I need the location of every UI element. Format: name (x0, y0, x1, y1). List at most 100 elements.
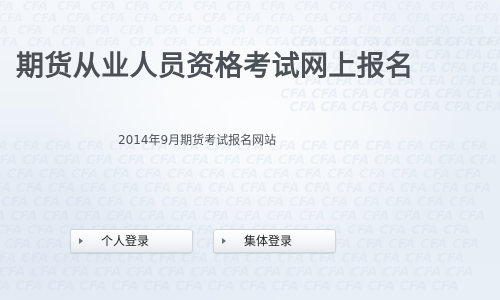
pattern-text: CFA (235, 11, 263, 25)
pattern-text: CFA (95, 195, 126, 210)
pattern-text: CFA (0, 181, 13, 196)
pattern-text: CFA (412, 265, 443, 280)
pattern-text: CFA (89, 0, 117, 13)
pattern-text: CFA (104, 209, 135, 224)
pattern-text: CFA (334, 181, 365, 196)
pattern-text: CFA (244, 153, 275, 168)
background-pattern: CFA CFA CFA CFA CFA CFA CFA CFA CFA CFA CFA CFA CFA C… (0, 0, 500, 294)
pattern-text: CFA (298, 35, 326, 49)
pattern-text: CFA (128, 35, 156, 49)
pattern-text: CFA (65, 11, 93, 25)
pattern-text: CFA (459, 139, 490, 154)
pattern-text: CFA (366, 181, 397, 196)
pattern-text: CFA (123, 0, 151, 13)
pattern-text: CFA (423, 48, 454, 63)
pattern-text: CFA (14, 279, 45, 294)
pattern-text: CFA (398, 181, 429, 196)
pattern-text: CFA (99, 11, 127, 25)
pattern-text: CFA (180, 153, 211, 168)
pattern-text: CFA (46, 279, 77, 294)
pattern-text: CFA (327, 0, 355, 13)
pattern-text: CFA (350, 100, 381, 115)
pattern-text: CFA (46, 181, 77, 196)
pattern-text: CFA (0, 237, 1, 252)
pattern-text: CFA (371, 87, 402, 102)
pattern-text: CFA (413, 35, 444, 50)
pattern-text: CFA (179, 251, 210, 266)
pattern-text: CFA (0, 209, 7, 224)
pattern-text: CFA (276, 153, 307, 168)
pattern-text: CFA (174, 279, 205, 294)
pattern-text: CFA (230, 35, 258, 49)
pattern-text: CFA (147, 251, 178, 266)
pattern-text: CFA (404, 153, 435, 168)
pattern-text: CFA (200, 209, 231, 224)
pattern-text: CFA (0, 35, 20, 49)
pattern-text: CFA (412, 100, 443, 115)
page-subtitle: 2014年9月期货考试报名网站 (118, 133, 277, 147)
pattern-text: CFA (289, 35, 320, 50)
pattern-text: CFA (448, 74, 479, 89)
pattern-text: CFA (243, 251, 274, 266)
pattern-text: CFA (328, 209, 359, 224)
background-glow (0, 0, 500, 300)
pattern-text: CFA (474, 100, 500, 115)
pattern-text: CFA (124, 265, 155, 280)
pattern-text: CFA (212, 153, 243, 168)
pattern-text: CFA (380, 265, 411, 280)
pattern-text: CFA (191, 0, 219, 13)
pattern-text: CFA (220, 265, 251, 280)
pattern-text: CFA (395, 0, 423, 13)
pattern-text: CFA (101, 167, 132, 182)
pattern-text: CFA (206, 181, 237, 196)
pattern-text: CFA (354, 237, 385, 252)
pattern-text: CFA (390, 23, 418, 37)
pattern-text: CFA (361, 0, 389, 13)
pattern-text: CFA (116, 153, 147, 168)
pattern-text: CFA (340, 153, 371, 168)
pattern-text: CFA (78, 181, 109, 196)
pattern-text: CFA (309, 87, 340, 102)
pattern-text: CFA (339, 251, 370, 266)
pattern-text: CFA (405, 11, 433, 25)
pattern-text: CFA (492, 23, 500, 37)
pattern-text: CFA (473, 11, 500, 25)
pattern-text: CFA (55, 0, 83, 13)
pattern-text: CFA (60, 265, 91, 280)
pattern-text: CFA (0, 251, 18, 266)
pattern-text: CFA (127, 195, 158, 210)
pattern-text: CFA (468, 153, 499, 168)
pattern-text: CFA (409, 223, 440, 238)
pattern-text: CFA (28, 265, 59, 280)
pattern-text: CFA (261, 167, 292, 182)
pattern-text: CFA (26, 35, 54, 49)
pattern-text: CFA (0, 167, 4, 182)
pattern-text: CFA (133, 11, 161, 25)
pattern-text: CFA (371, 251, 402, 266)
pattern-text: CFA (424, 209, 455, 224)
pattern-text: CFA (429, 0, 457, 13)
individual-login-button[interactable]: 个人登录 (70, 229, 193, 253)
pattern-text: CFA (259, 0, 287, 13)
pattern-text: CFA (453, 167, 484, 182)
pattern-text: CFA (2, 237, 33, 252)
pattern-text: CFA (356, 23, 384, 37)
pattern-text: CFA (50, 23, 78, 37)
pattern-text: CFA (238, 181, 269, 196)
pattern-text: CFA (186, 23, 214, 37)
pattern-text: CFA (441, 223, 472, 238)
pattern-text: CFA (142, 279, 173, 294)
pattern-text: CFA (52, 153, 83, 168)
pattern-text: CFA (444, 35, 475, 50)
pattern-text: CFA (400, 35, 428, 49)
pattern-text: CFA (110, 279, 141, 294)
pattern-text: CFA (433, 87, 464, 102)
pattern-text: CFA (142, 181, 173, 196)
pattern-text: CFA (462, 181, 493, 196)
pattern-text: CFA (417, 74, 448, 89)
pattern-text: CFA (470, 61, 500, 76)
collective-login-button[interactable]: 集体登录 (213, 229, 336, 253)
pattern-text: CFA (188, 265, 219, 280)
pattern-text: CFA (296, 209, 327, 224)
pattern-text: CFA (84, 153, 115, 168)
